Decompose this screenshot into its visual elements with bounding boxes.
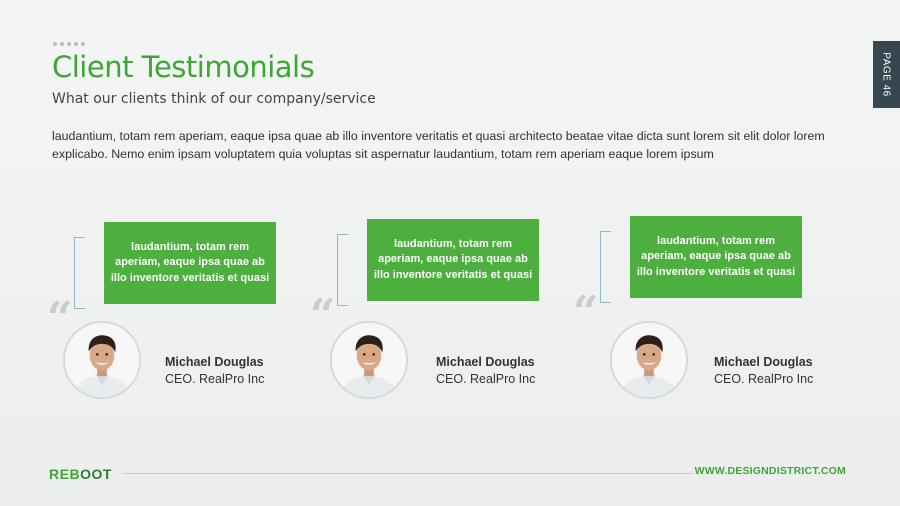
avatar xyxy=(610,321,688,399)
quote-bracket xyxy=(600,231,611,303)
client-role: CEO. RealPro Inc xyxy=(714,372,814,386)
avatar xyxy=(330,321,408,399)
person-photo-icon xyxy=(65,323,139,397)
avatar xyxy=(63,321,141,399)
intro-paragraph: laudantium, totam rem aperiam, eaque ips… xyxy=(52,129,825,161)
page-title: Client Testimonials xyxy=(52,50,315,84)
client-role: CEO. RealPro Inc xyxy=(436,372,536,386)
person-photo-icon xyxy=(612,323,686,397)
footer-website-link[interactable]: WWW.DESIGNDISTRICT.COM xyxy=(695,465,846,477)
quote-mark-icon: “ xyxy=(573,287,599,338)
person-photo-icon xyxy=(332,323,406,397)
brand-logo: REBOOT xyxy=(49,466,112,482)
page-number-label: PAGE 46 xyxy=(881,52,893,97)
testimonial-quote: laudantium, totam rem aperiam, eaque ips… xyxy=(104,222,276,304)
page-number-tab: PAGE 46 xyxy=(873,41,900,108)
client-name: Michael Douglas xyxy=(165,355,264,369)
quote-bracket xyxy=(74,237,85,309)
quote-mark-icon: “ xyxy=(310,290,336,341)
quote-bracket xyxy=(337,234,348,306)
page-subtitle: What our clients think of our company/se… xyxy=(52,91,376,107)
quote-mark-icon: “ xyxy=(47,293,73,344)
client-name: Michael Douglas xyxy=(714,355,813,369)
footer-divider xyxy=(123,473,693,474)
brand-logo-part1: REB xyxy=(49,466,81,482)
decorative-dots xyxy=(53,42,85,46)
testimonial-quote: laudantium, totam rem aperiam, eaque ips… xyxy=(367,219,539,301)
client-role: CEO. RealPro Inc xyxy=(165,372,265,386)
testimonial-card: laudantium, totam rem aperiam, eaque ips… xyxy=(573,216,900,421)
client-name: Michael Douglas xyxy=(436,355,535,369)
brand-logo-part2: OOT xyxy=(80,466,112,482)
testimonial-quote: laudantium, totam rem aperiam, eaque ips… xyxy=(630,216,802,298)
